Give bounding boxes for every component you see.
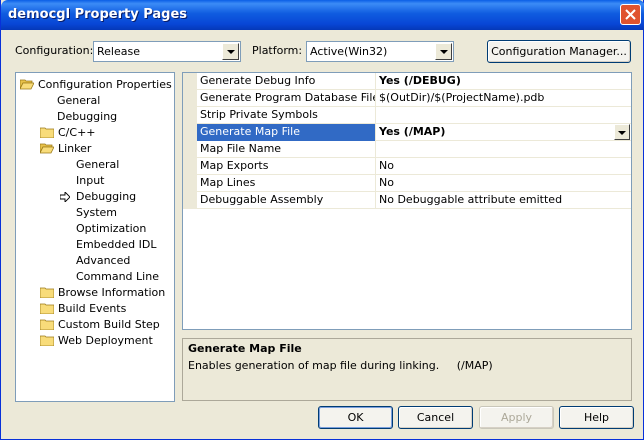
- cancel-button[interactable]: Cancel: [398, 406, 473, 429]
- tree-item-label: Custom Build Step: [58, 318, 160, 331]
- row-gutter: [183, 90, 197, 106]
- property-name: Map Exports: [197, 158, 376, 175]
- platform-select[interactable]: Active(Win32): [306, 41, 454, 62]
- tree-item-label: Debugging: [57, 110, 118, 123]
- configuration-manager-button[interactable]: Configuration Manager...: [487, 40, 631, 63]
- chevron-down-icon: [227, 50, 235, 54]
- property-value: Yes (/MAP): [379, 125, 446, 138]
- title-bar[interactable]: democgl Property Pages: [1, 0, 644, 30]
- property-name: Generate Program Database File: [197, 90, 376, 107]
- property-name: Strip Private Symbols: [197, 107, 376, 124]
- folder-icon: [40, 127, 54, 138]
- chevron-down-icon: [618, 131, 626, 135]
- property-row-strip-private-symbols[interactable]: Strip Private Symbols: [183, 107, 631, 124]
- tree-item-label: Command Line: [76, 270, 159, 283]
- tree-item-label: General: [76, 158, 120, 171]
- platform-label: Platform:: [252, 44, 303, 57]
- property-row-generate-debug-info[interactable]: Generate Debug Info Yes (/DEBUG): [183, 73, 631, 90]
- tree-item-label: System: [76, 206, 118, 219]
- configuration-select[interactable]: Release: [93, 41, 241, 62]
- property-row-generate-map-file[interactable]: Generate Map File Yes (/MAP): [183, 124, 631, 141]
- row-gutter: [183, 175, 197, 191]
- property-row-program-database-file[interactable]: Generate Program Database File $(OutDir)…: [183, 90, 631, 107]
- folder-open-icon: [20, 79, 34, 90]
- configuration-value: Release: [97, 45, 140, 58]
- close-icon: [625, 9, 636, 20]
- property-value[interactable]: $(OutDir)/$(ProjectName).pdb: [376, 90, 631, 107]
- property-pages-window: democgl Property Pages Configuration: Re…: [0, 0, 644, 440]
- property-row-map-file-name[interactable]: Map File Name: [183, 141, 631, 158]
- property-grid: Generate Debug Info Yes (/DEBUG) Generat…: [182, 72, 632, 330]
- close-button[interactable]: [620, 4, 641, 25]
- configuration-dropdown-button[interactable]: [222, 43, 239, 60]
- row-gutter: [183, 73, 197, 89]
- apply-button[interactable]: Apply: [479, 406, 554, 429]
- description-text: Enables generation of map file during li…: [188, 359, 493, 372]
- folder-icon: [40, 303, 54, 314]
- row-gutter: [183, 124, 197, 140]
- property-value[interactable]: Yes (/DEBUG): [376, 73, 631, 90]
- folder-icon: [40, 287, 54, 298]
- tree-item-label: General: [57, 94, 101, 107]
- platform-dropdown-button[interactable]: [435, 43, 452, 60]
- configuration-label: Configuration:: [15, 44, 94, 57]
- platform-value: Active(Win32): [310, 45, 388, 58]
- property-name: Generate Debug Info: [197, 73, 376, 90]
- row-gutter: [183, 107, 197, 123]
- value-dropdown-button[interactable]: [614, 124, 630, 140]
- property-row-map-exports[interactable]: Map Exports No: [183, 158, 631, 175]
- tree-item-label: Linker: [58, 142, 92, 155]
- property-value-select[interactable]: Yes (/MAP): [376, 124, 631, 141]
- row-gutter: [183, 192, 197, 208]
- row-gutter: [183, 141, 197, 157]
- property-value[interactable]: No: [376, 175, 631, 192]
- property-value[interactable]: No Debuggable attribute emitted: [376, 192, 631, 209]
- property-value[interactable]: [376, 141, 631, 158]
- tree-item-label: Build Events: [58, 302, 127, 315]
- tree-item-label: C/C++: [58, 126, 96, 139]
- window-title: democgl Property Pages: [8, 7, 188, 22]
- property-tree[interactable]: Configuration Properties General Debuggi…: [15, 72, 175, 402]
- folder-open-icon: [40, 143, 54, 154]
- tree-item-label: Embedded IDL: [76, 238, 157, 251]
- ok-button[interactable]: OK: [318, 406, 393, 429]
- tree-item-label: Input: [76, 174, 105, 187]
- property-name: Map File Name: [197, 141, 376, 158]
- property-value[interactable]: No: [376, 158, 631, 175]
- folder-icon: [40, 335, 54, 346]
- property-value[interactable]: [376, 107, 631, 124]
- arrow-icon: [60, 192, 70, 202]
- help-button[interactable]: Help: [559, 406, 634, 429]
- property-name: Map Lines: [197, 175, 376, 192]
- tree-item-label: Web Deployment: [58, 334, 153, 347]
- description-panel: Generate Map File Enables generation of …: [182, 338, 632, 401]
- folder-icon: [40, 319, 54, 330]
- tree-item-label: Optimization: [76, 222, 147, 235]
- property-row-debuggable-assembly[interactable]: Debuggable Assembly No Debuggable attrib…: [183, 192, 631, 209]
- row-gutter: [183, 158, 197, 174]
- description-title: Generate Map File: [188, 342, 302, 355]
- tree-item-label: Debugging: [76, 190, 137, 203]
- chevron-down-icon: [440, 50, 448, 54]
- tree-item-label: Browse Information: [58, 286, 166, 299]
- property-row-map-lines[interactable]: Map Lines No: [183, 175, 631, 192]
- tree-item-label: Advanced: [76, 254, 131, 267]
- property-name: Debuggable Assembly: [197, 192, 376, 209]
- tree-item-label: Configuration Properties: [38, 78, 172, 91]
- property-name: Generate Map File: [197, 124, 376, 141]
